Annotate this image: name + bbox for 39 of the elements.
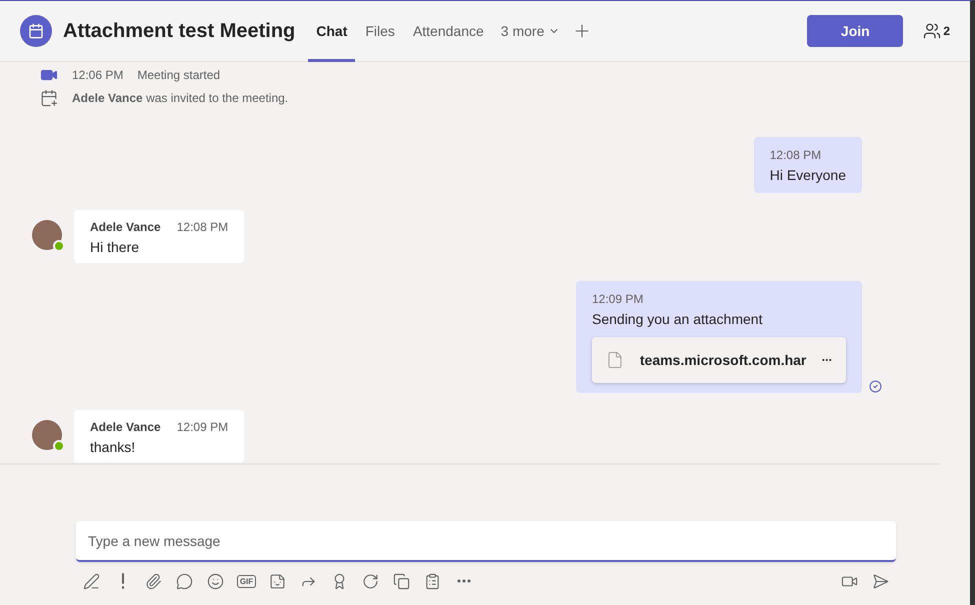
exclamation-icon <box>120 573 124 589</box>
event-text: Meeting started <box>137 68 220 82</box>
message-time: 12:09 PM <box>176 420 228 434</box>
pages-icon <box>393 572 410 590</box>
more-icon[interactable] <box>822 358 832 362</box>
meeting-title: Attachment test Meeting <box>63 20 296 42</box>
message-text: Hi Everyone <box>770 167 846 183</box>
tab[interactable]: Files <box>357 1 403 62</box>
message-text: Hi there <box>90 239 140 255</box>
tab[interactable]: Attendance <box>404 1 492 62</box>
event-text: Adele Vance was invited to the meeting. <box>72 90 288 105</box>
message-text: thanks! <box>90 439 136 455</box>
event-time: 12:06 PM <box>72 68 124 82</box>
file-name: teams.microsoft.com.har <box>640 352 806 368</box>
join-button[interactable]: Join <box>807 15 904 47</box>
people-icon <box>923 22 942 40</box>
calendar-icon <box>20 15 52 47</box>
message-time: 12:08 PM <box>770 148 822 162</box>
send-icon <box>872 572 889 590</box>
attachment-card[interactable]: teams.microsoft.com.har <box>592 337 846 383</box>
tab[interactable]: Chat <box>308 1 356 62</box>
sticker-icon <box>269 572 286 590</box>
calendar-add-icon <box>40 88 58 107</box>
message-input[interactable]: Type a new message <box>76 521 896 562</box>
more-icon <box>456 579 470 583</box>
participants-button[interactable]: 2 <box>921 20 952 42</box>
refresh-icon <box>362 572 379 590</box>
format-icon <box>83 572 100 590</box>
message-text: Sending you an attachment <box>592 311 764 327</box>
sender-name: Adele Vance <box>90 220 161 234</box>
sender-name: Adele Vance <box>90 420 161 434</box>
paperclip-icon <box>145 572 162 590</box>
speech-bubble-icon <box>176 572 193 590</box>
message-time: 12:08 PM <box>176 220 228 234</box>
gif-button[interactable]: GIF <box>231 567 262 595</box>
more-tabs-button[interactable]: 3 more <box>492 23 568 39</box>
emoji-icon <box>207 572 224 590</box>
message-time: 12:09 PM <box>592 292 644 306</box>
clipboard-icon <box>424 572 441 590</box>
